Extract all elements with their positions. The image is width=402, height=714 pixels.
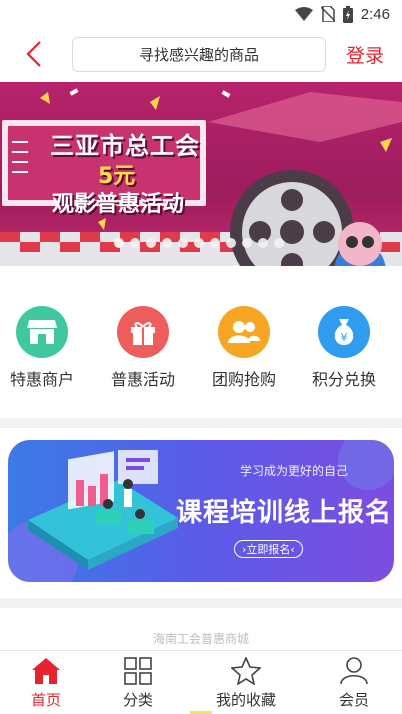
shortcut-discount-merchants[interactable]: 特惠商户 (0, 306, 87, 390)
shortcut-grid: 特惠商户 普惠活动 团购抢购 ¥ 积分兑换 (0, 300, 402, 390)
shortcut-label: 普惠活动 (110, 370, 175, 389)
status-bar: 2:46 (0, 0, 402, 28)
search-input[interactable]: 寻找感兴趣的商品 (72, 37, 326, 72)
login-button[interactable]: 登录 (346, 41, 384, 68)
carousel-dot[interactable] (194, 238, 204, 248)
section-divider (0, 598, 402, 608)
tab-label: 首页 (30, 691, 61, 709)
promo-title: 课程培训线上报名 (176, 498, 393, 528)
carousel-dot[interactable] (114, 238, 124, 248)
carousel-dot[interactable] (210, 238, 220, 248)
footer-text: 海南工会普惠商城 (152, 632, 249, 646)
shortcut-label: 团购抢购 (211, 370, 276, 389)
tab-bar: 首页 分类 我的收藏 会员 (0, 650, 402, 714)
carousel-dot[interactable] (130, 238, 140, 248)
svg-text:¥: ¥ (341, 331, 348, 344)
status-time: 2:46 (360, 5, 390, 23)
grid-icon (124, 657, 152, 685)
carousel-indicator[interactable] (114, 238, 284, 248)
back-button[interactable] (20, 38, 50, 70)
banner-subtitle: 观影普惠活动 (52, 192, 185, 217)
battery-icon (342, 5, 353, 23)
tab-favorites[interactable]: 我的收藏 (196, 657, 296, 710)
chevron-left-icon: ‹ (290, 542, 295, 556)
star-icon (231, 657, 261, 685)
user-icon (340, 657, 368, 685)
status-icons: 2:46 (294, 5, 390, 23)
carousel-dot[interactable] (226, 238, 236, 248)
promo-banner[interactable]: 学习成为更好的自己 课程培训线上报名 › 立即报名 ‹ (8, 440, 394, 582)
store-icon (16, 306, 68, 358)
wifi-icon (294, 7, 313, 21)
banner-title: 三亚市总工会 (50, 132, 200, 160)
shortcut-label: 特惠商户 (9, 370, 74, 389)
group-icon (218, 306, 270, 358)
carousel-dot[interactable] (146, 238, 156, 248)
shortcut-benefit-activities[interactable]: 普惠活动 (98, 306, 188, 390)
home-icon (32, 658, 60, 684)
shortcut-group-buy[interactable]: 团购抢购 (199, 306, 289, 390)
tab-category[interactable]: 分类 (88, 657, 188, 710)
carousel-dot[interactable] (162, 238, 172, 248)
carousel-dot[interactable] (274, 238, 284, 248)
no-sim-icon (320, 6, 335, 22)
money-bag-icon: ¥ (318, 306, 370, 358)
register-now-label: 立即报名 (246, 543, 291, 556)
carousel-dot[interactable] (258, 238, 268, 248)
tab-label: 分类 (122, 691, 153, 709)
gift-icon (117, 306, 169, 358)
carousel-dot[interactable] (178, 238, 188, 248)
carousel-dot[interactable] (242, 238, 252, 248)
tab-home[interactable]: 首页 (0, 657, 96, 710)
tab-member[interactable]: 会员 (304, 657, 402, 710)
register-now-button[interactable]: › 立即报名 ‹ (234, 540, 303, 558)
tab-label: 我的收藏 (215, 691, 276, 709)
chevron-left-icon (26, 41, 41, 67)
tab-label: 会员 (338, 691, 369, 709)
shortcut-label: 积分兑换 (311, 370, 376, 389)
promo-subtitle: 学习成为更好的自己 (240, 464, 349, 478)
header: 寻找感兴趣的商品 登录 (0, 28, 402, 80)
section-divider (0, 418, 402, 428)
shortcut-points-exchange[interactable]: ¥ 积分兑换 (299, 306, 389, 390)
